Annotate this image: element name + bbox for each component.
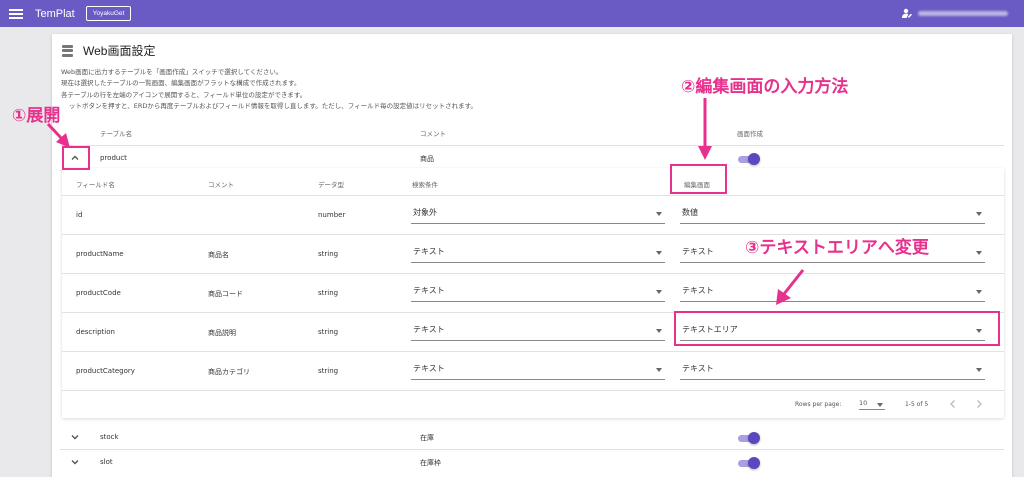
description-line: Web画面に出力するテーブルを「画面作成」スイッチで選択してください。 — [61, 68, 283, 76]
annotation-change-textarea: ③テキストエリアへ変更 — [745, 238, 929, 258]
table-name: stock — [100, 433, 119, 441]
create-screen-toggle[interactable] — [738, 153, 760, 165]
select-value: テキスト — [682, 247, 714, 256]
user-name — [918, 10, 1008, 16]
card-header: Web画面設定 — [62, 42, 155, 59]
field-settings-table: フィールド名 コメント データ型 検索条件 編集画面 id number 対象外… — [62, 168, 1004, 418]
table-row-stock[interactable]: stock 在庫 — [60, 425, 1004, 450]
select-value: テキスト — [413, 325, 445, 334]
pagination-footer: Rows per page: 10 1-5 of 5 — [62, 390, 1004, 418]
caret-down-icon — [976, 290, 982, 294]
table-name: slot — [100, 458, 113, 466]
description-line: 現在は選択したテーブルの一覧画面、編集画面がフラットな構成で作成されます。 — [61, 79, 301, 88]
previous-page-button[interactable] — [948, 398, 958, 410]
search-condition-select[interactable]: 対象外 — [411, 204, 665, 224]
chevron-left-icon — [950, 400, 955, 408]
search-condition-select[interactable]: テキスト — [411, 243, 665, 263]
search-condition-select[interactable]: テキスト — [411, 321, 665, 341]
select-value: テキスト — [682, 364, 714, 373]
chevron-down-icon[interactable] — [69, 456, 81, 468]
page-title: Web画面設定 — [83, 44, 156, 58]
field-name: productName — [76, 250, 124, 258]
menu-icon[interactable] — [9, 8, 23, 19]
field-type: string — [318, 328, 339, 336]
field-type: number — [318, 211, 346, 219]
next-page-button[interactable] — [974, 398, 984, 410]
edit-screen-select[interactable]: 数値 — [680, 204, 985, 224]
caret-down-icon — [877, 403, 883, 407]
field-comment: 商品カテゴリ — [208, 368, 250, 376]
app-bar: TemPlat YoyakuGet — [0, 0, 1024, 27]
header-field-comment: コメント — [208, 181, 234, 189]
field-name: description — [76, 328, 115, 336]
select-value: 対象外 — [413, 208, 437, 217]
description-line: 各テーブルの行を左端のアイコンで展開すると、フィールド単位の設定ができます。 — [61, 90, 307, 99]
app-title: TemPlat — [35, 7, 75, 20]
header-create-screen: 画面作成 — [737, 130, 763, 138]
table-comment: 商品 — [420, 155, 434, 163]
description-text: Web画面に出力するテーブルを「画面作成」スイッチで選択してください。 現在は選… — [61, 67, 477, 112]
caret-down-icon — [656, 368, 662, 372]
description-line: ットボタンを押すと、ERDから再度テーブルおよびフィールド情報を取得し直します。… — [69, 101, 477, 110]
caret-down-icon — [656, 251, 662, 255]
field-row: id number 対象外 数値 — [62, 196, 1004, 235]
rows-per-page-select[interactable]: 10 — [859, 398, 885, 410]
caret-down-icon — [656, 290, 662, 294]
header-table-name: テーブル名 — [100, 130, 133, 138]
highlight-expand-button — [62, 146, 90, 170]
field-table-header: フィールド名 コメント データ型 検索条件 編集画面 — [62, 168, 1004, 196]
header-search-condition: 検索条件 — [412, 181, 438, 189]
field-name: id — [76, 211, 83, 219]
table-comment: 在庫 — [420, 434, 434, 442]
header-field-name: フィールド名 — [76, 181, 115, 189]
highlight-textarea-select — [674, 311, 1000, 346]
page-range: 1-5 of 5 — [905, 401, 929, 408]
rows-per-page-value: 10 — [859, 399, 868, 407]
field-type: string — [318, 250, 339, 258]
create-screen-toggle[interactable] — [738, 457, 760, 469]
field-comment: 商品コード — [208, 290, 243, 298]
rows-per-page-label: Rows per page: — [795, 401, 842, 408]
chevron-down-icon[interactable] — [69, 431, 81, 443]
field-comment: 商品名 — [208, 251, 229, 259]
table-list-header: テーブル名 コメント 画面作成 — [60, 118, 1004, 146]
select-value: テキスト — [413, 247, 445, 256]
field-comment: 商品説明 — [208, 329, 236, 337]
table-comment: 在庫枠 — [420, 459, 441, 467]
annotation-edit-input-method: ②編集画面の入力方法 — [681, 77, 849, 97]
annotation-expand: ①展開 — [12, 106, 61, 126]
header-comment: コメント — [420, 130, 446, 138]
edit-screen-select[interactable]: テキスト — [680, 282, 985, 302]
field-row: productCode 商品コード string テキスト テキスト — [62, 274, 1004, 313]
search-condition-select[interactable]: テキスト — [411, 360, 665, 380]
select-value: 数値 — [682, 208, 698, 217]
chevron-right-icon — [977, 400, 982, 408]
table-name: product — [100, 154, 127, 162]
project-button[interactable]: YoyakuGet — [85, 6, 132, 21]
create-screen-toggle[interactable] — [738, 432, 760, 444]
table-row-slot[interactable]: slot 在庫枠 — [60, 450, 1004, 475]
edit-screen-select[interactable]: テキスト — [680, 360, 985, 380]
field-name: productCategory — [76, 367, 135, 375]
search-condition-select[interactable]: テキスト — [411, 282, 665, 302]
database-icon — [62, 44, 73, 57]
field-row: productCategory 商品カテゴリ string テキスト テキスト — [62, 352, 1004, 391]
select-value: テキスト — [413, 364, 445, 373]
field-name: productCode — [76, 289, 121, 297]
select-value: テキスト — [413, 286, 445, 295]
header-data-type: データ型 — [318, 181, 344, 189]
select-value: テキスト — [682, 286, 714, 295]
caret-down-icon — [976, 368, 982, 372]
caret-down-icon — [656, 212, 662, 216]
field-type: string — [318, 367, 339, 375]
caret-down-icon — [656, 329, 662, 333]
field-type: string — [318, 289, 339, 297]
user-edit-icon — [902, 8, 912, 18]
user-menu[interactable] — [902, 8, 1008, 18]
caret-down-icon — [976, 251, 982, 255]
highlight-edit-screen-header — [670, 164, 727, 194]
caret-down-icon — [976, 212, 982, 216]
